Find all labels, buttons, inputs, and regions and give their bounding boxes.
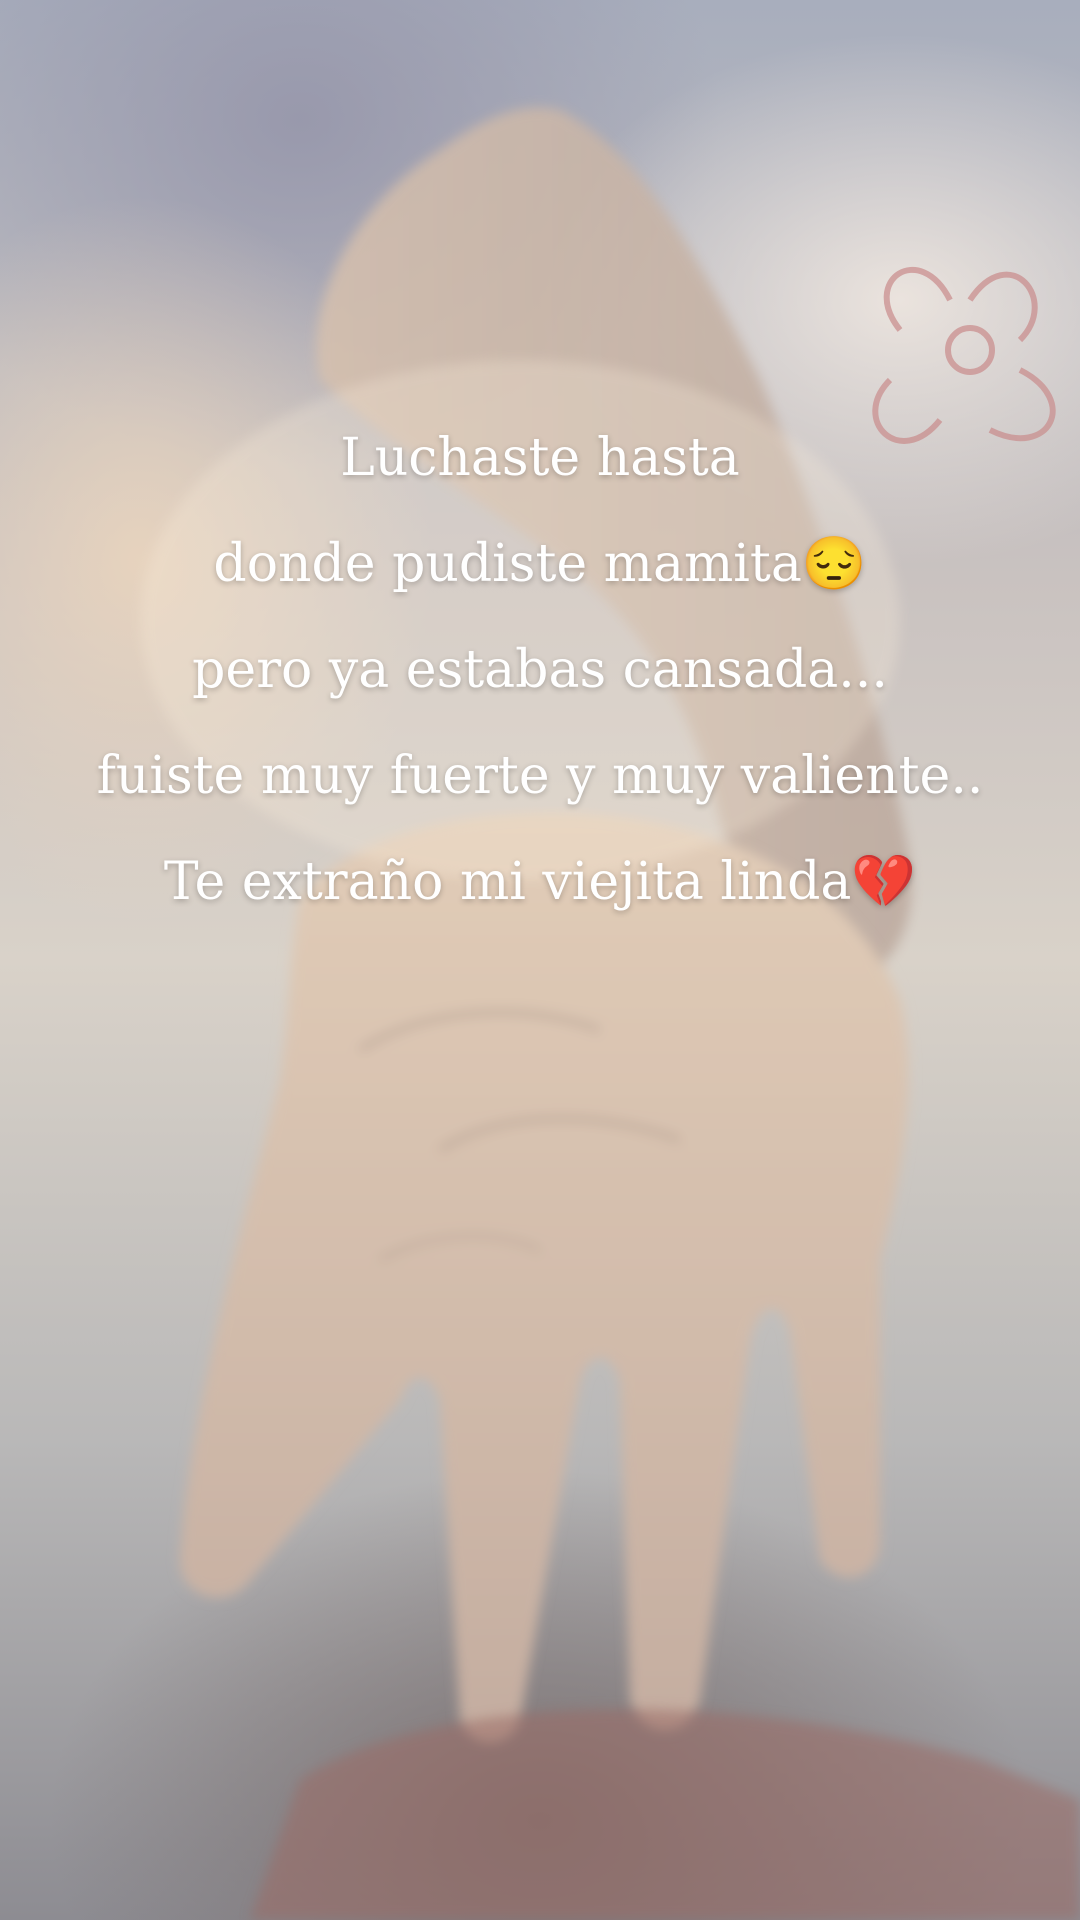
photo-background: Luchaste hasta donde pudiste mamita😔 per… (0, 0, 1080, 1920)
elderly-hand (180, 812, 909, 1743)
caption-line-4: fuiste muy fuerte y muy valiente.. (96, 746, 984, 806)
caption-line-3: pero ya estabas cansada... (192, 640, 888, 700)
red-cloth (250, 1709, 1080, 1920)
caption-line-1: Luchaste hasta (340, 428, 740, 488)
memorial-caption: Luchaste hasta donde pudiste mamita😔 per… (0, 405, 1080, 935)
caption-line-5: Te extraño mi viejita linda💔 (163, 852, 917, 912)
caption-line-2: donde pudiste mamita😔 (213, 534, 867, 594)
hands-photo (140, 107, 1080, 1920)
